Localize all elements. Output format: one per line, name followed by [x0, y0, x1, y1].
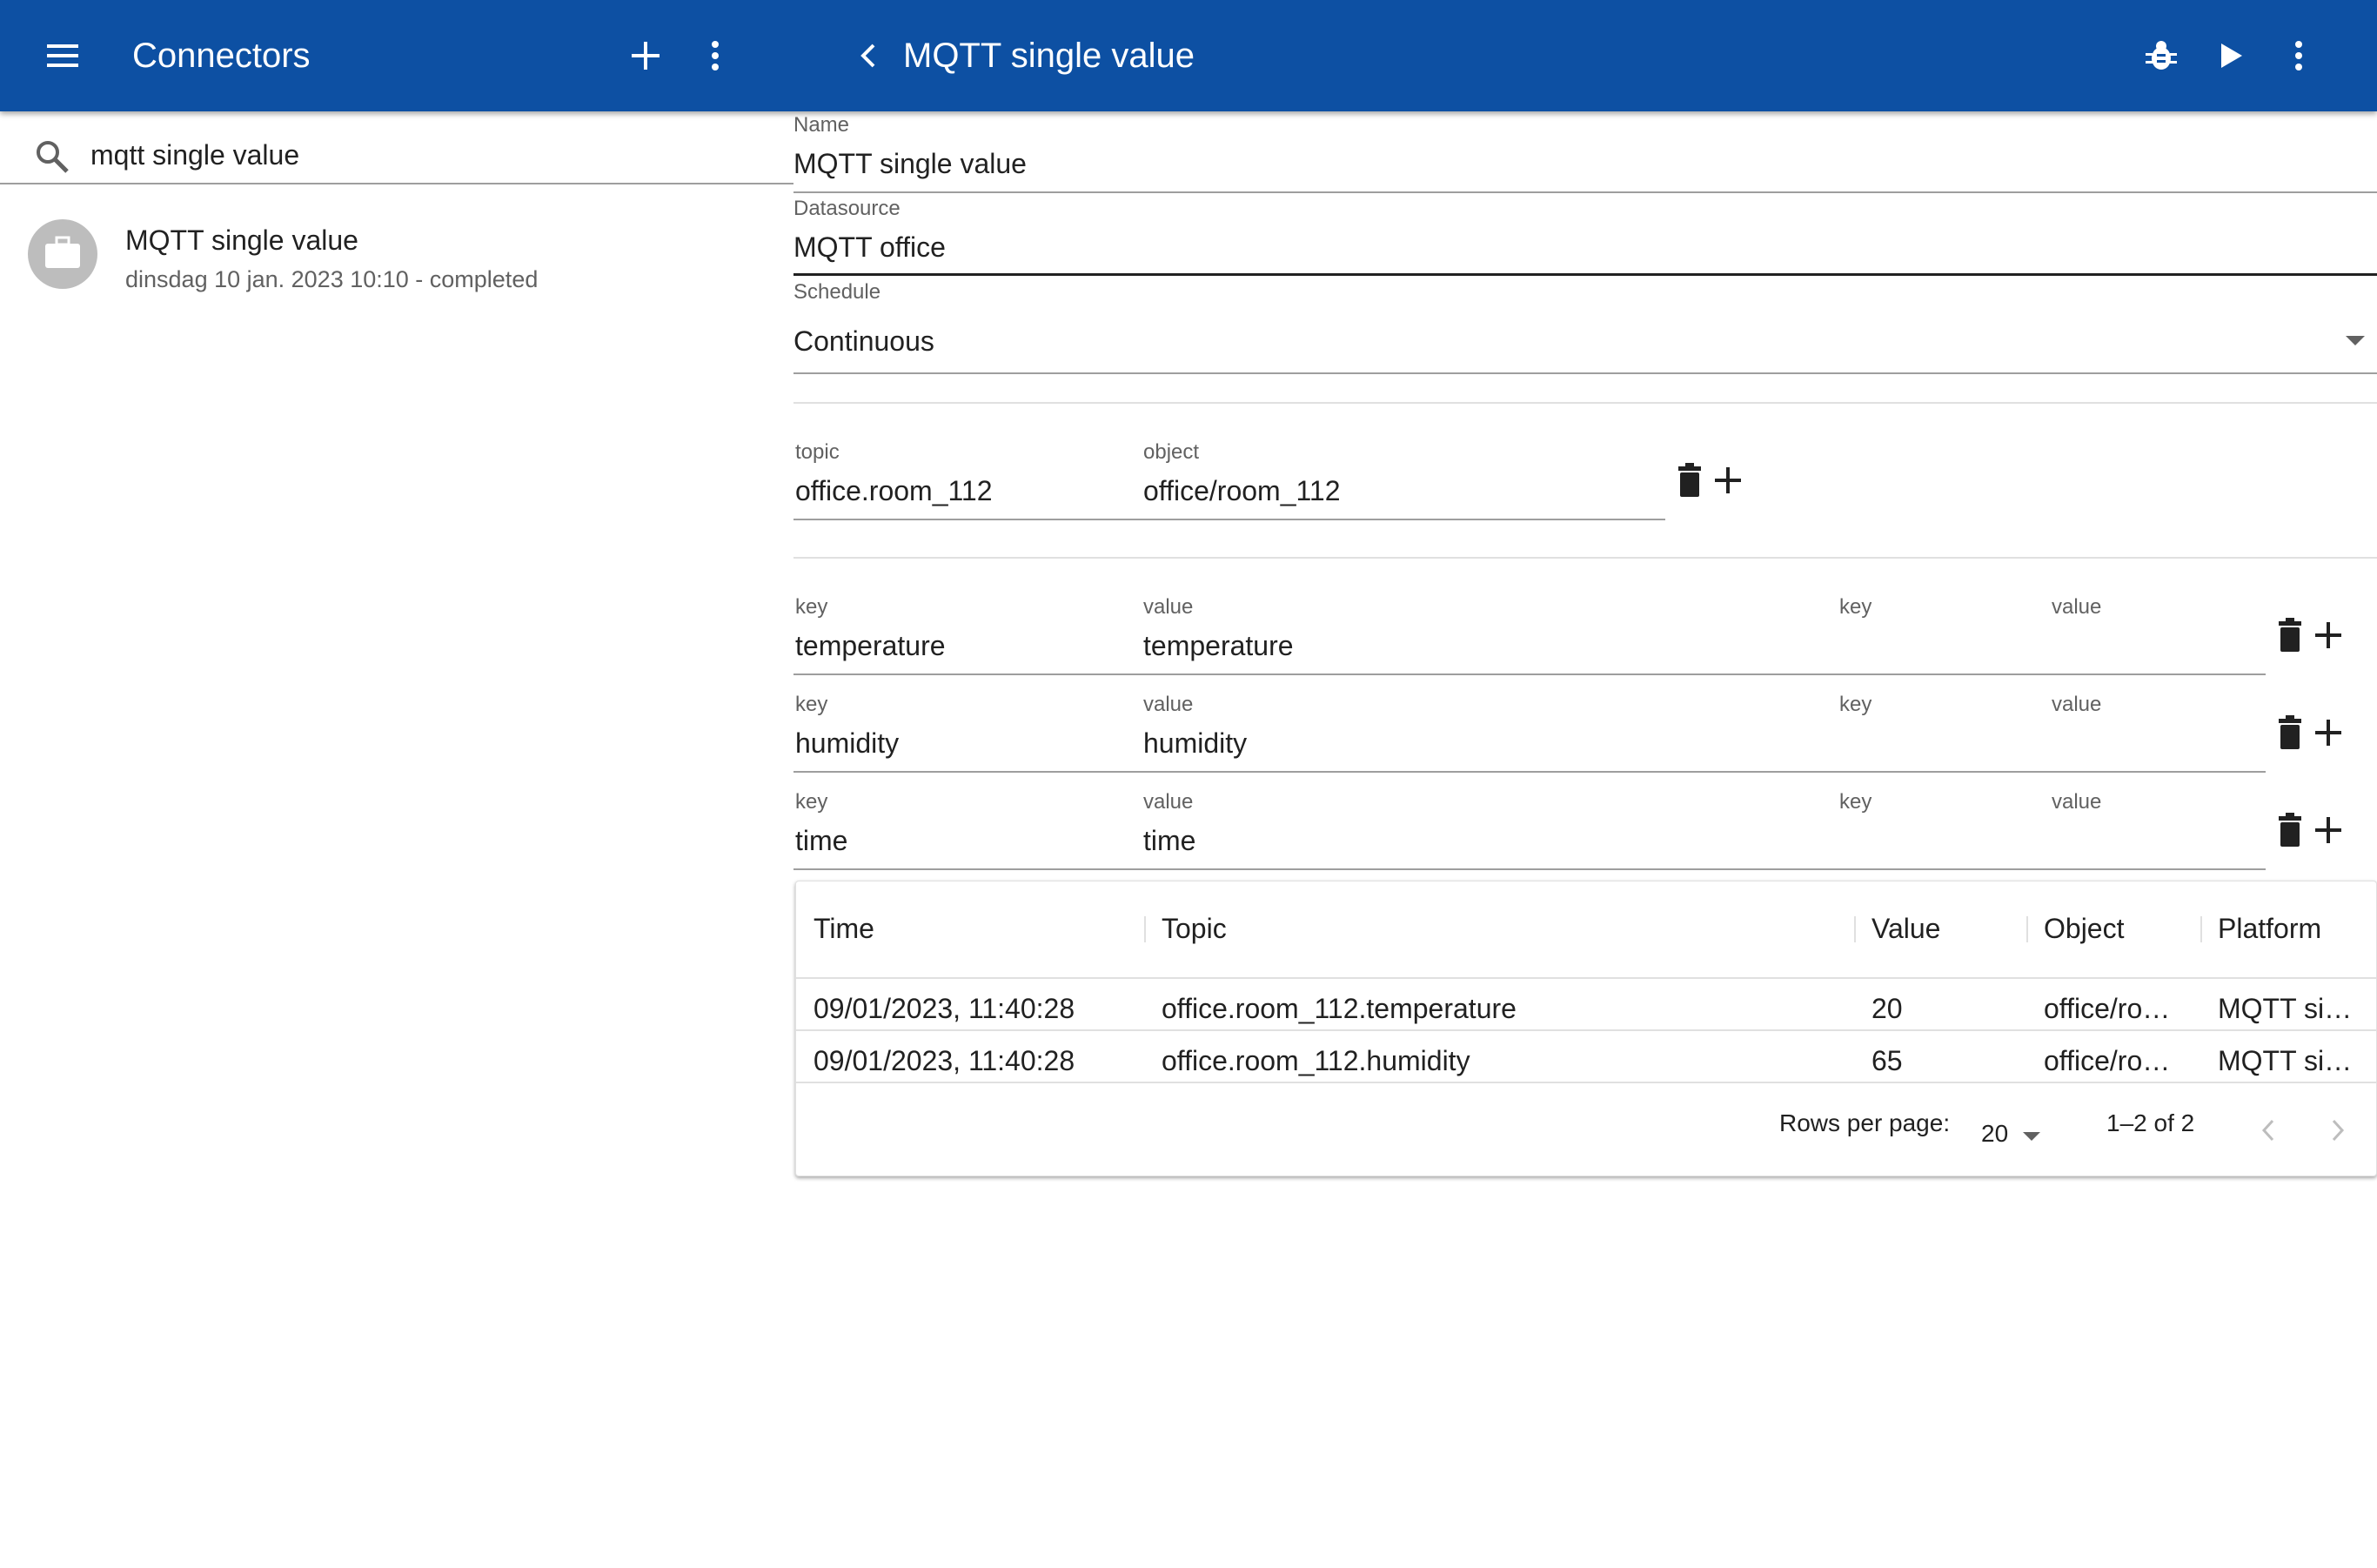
search-bar: [0, 111, 793, 184]
value2-label: value: [2052, 693, 2102, 716]
divider: [793, 557, 2377, 559]
name-underline: [793, 191, 2377, 193]
delete-icon[interactable]: [1671, 459, 1709, 501]
cell-object: office/ro…: [2044, 993, 2171, 1024]
value-input[interactable]: temperature: [1143, 630, 1294, 662]
next-page-icon[interactable]: [2319, 1109, 2357, 1151]
add-icon[interactable]: [2309, 614, 2347, 656]
cell-time: 09/01/2023, 11:40:28: [814, 993, 1075, 1024]
value-label: value: [1143, 790, 1194, 814]
schedule-underline: [793, 372, 2377, 374]
more-vert-icon[interactable]: [2273, 30, 2325, 82]
cell-value: 65: [1871, 1045, 1903, 1076]
bug-icon[interactable]: [2135, 30, 2187, 82]
add-icon[interactable]: [1709, 459, 1747, 501]
briefcase-icon: [44, 236, 81, 273]
delete-icon[interactable]: [2271, 712, 2309, 754]
key-input[interactable]: time: [795, 825, 847, 857]
row-divider: [796, 1029, 2376, 1031]
data-table: Time Topic Value Object Platform 09/01/2…: [795, 881, 2377, 1176]
value-input[interactable]: humidity: [1143, 727, 1247, 760]
add-icon[interactable]: [2309, 712, 2347, 754]
key2-label: key: [1839, 595, 1872, 619]
divider: [793, 402, 2377, 404]
connector-detail-title: MQTT single value: [903, 37, 1195, 75]
key-label: key: [795, 693, 828, 716]
value2-label: value: [2052, 595, 2102, 619]
schedule-select[interactable]: Schedule Continuous: [793, 278, 2377, 376]
rows-per-page-label: Rows per page:: [1779, 1109, 1951, 1136]
add-icon[interactable]: [2309, 809, 2347, 851]
column-header-value[interactable]: Value: [1871, 913, 1940, 945]
avatar: [28, 219, 97, 289]
value2-label: value: [2052, 790, 2102, 814]
value-input[interactable]: time: [1143, 825, 1195, 857]
value-label: value: [1143, 595, 1194, 619]
column-header-time[interactable]: Time: [814, 913, 874, 945]
menu-icon[interactable]: [37, 30, 89, 82]
connector-detail-pane: Name MQTT single value Datasource MQTT o…: [793, 111, 2377, 1568]
chevron-down-icon[interactable]: [2346, 336, 2365, 345]
key-input[interactable]: temperature: [795, 630, 946, 662]
object-input[interactable]: office/room_112: [1143, 475, 1341, 507]
connector-subtitle: dinsdag 10 jan. 2023 10:10 - completed: [125, 266, 539, 292]
name-value[interactable]: MQTT single value: [793, 148, 1027, 180]
key2-label: key: [1839, 693, 1872, 716]
schedule-value[interactable]: Continuous: [793, 325, 934, 358]
more-vert-icon[interactable]: [689, 30, 741, 82]
datasource-underline: [793, 273, 2377, 276]
cell-platform: MQTT si…: [2218, 1045, 2353, 1076]
back-chevron-icon[interactable]: [842, 30, 894, 82]
topic-label: topic: [795, 440, 840, 464]
delete-icon[interactable]: [2271, 809, 2309, 851]
key-label: key: [795, 790, 828, 814]
cell-platform: MQTT si…: [2218, 993, 2353, 1024]
topic-input[interactable]: office.room_112: [795, 475, 993, 507]
row-divider: [796, 1082, 2376, 1083]
connectors-list-pane: MQTT single value dinsdag 10 jan. 2023 1…: [0, 111, 793, 1568]
column-separator[interactable]: [1144, 916, 1146, 942]
datasource-label: Datasource: [793, 197, 901, 220]
cell-topic: office.room_112.humidity: [1162, 1045, 1470, 1076]
object-label: object: [1143, 440, 1200, 464]
column-separator[interactable]: [1854, 916, 1856, 942]
cell-topic: office.room_112.temperature: [1162, 993, 1517, 1024]
kv-row-underline: [793, 673, 2266, 675]
name-field[interactable]: Name MQTT single value: [793, 111, 2377, 195]
name-label: Name: [793, 113, 850, 137]
play-icon[interactable]: [2205, 30, 2257, 82]
column-header-object[interactable]: Object: [2044, 913, 2124, 945]
header-divider: [796, 977, 2376, 979]
kv-row-underline: [793, 868, 2266, 870]
datasource-value[interactable]: MQTT office: [793, 231, 946, 264]
search-input[interactable]: [90, 131, 769, 179]
prev-page-icon[interactable]: [2249, 1109, 2287, 1151]
column-header-platform[interactable]: Platform: [2218, 913, 2321, 945]
connector-title: MQTT single value: [125, 224, 358, 256]
search-icon: [35, 139, 73, 178]
add-icon[interactable]: [619, 30, 672, 82]
value-label: value: [1143, 693, 1194, 716]
connectors-title: Connectors: [132, 37, 311, 75]
key2-label: key: [1839, 790, 1872, 814]
kv-row-underline: [793, 771, 2266, 773]
cell-value: 20: [1871, 993, 1903, 1024]
cell-object: office/ro…: [2044, 1045, 2171, 1076]
topic-row-underline: [793, 519, 1665, 520]
column-separator[interactable]: [2200, 916, 2202, 942]
column-header-topic[interactable]: Topic: [1162, 913, 1227, 945]
column-separator[interactable]: [2026, 916, 2028, 942]
key-label: key: [795, 595, 828, 619]
cell-time: 09/01/2023, 11:40:28: [814, 1045, 1075, 1076]
schedule-label: Schedule: [793, 280, 881, 304]
rows-per-page-select[interactable]: 20: [1981, 1109, 2051, 1153]
chevron-down-icon: [2023, 1132, 2040, 1141]
datasource-field[interactable]: Datasource MQTT office: [793, 195, 2377, 278]
delete-icon[interactable]: [2271, 614, 2309, 656]
rows-per-page-value: 20: [1981, 1120, 2009, 1147]
pagination-range: 1–2 of 2: [2106, 1109, 2195, 1136]
connector-list-item[interactable]: MQTT single value dinsdag 10 jan. 2023 1…: [0, 205, 793, 313]
app-bar: Connectors MQTT single value: [0, 0, 2377, 111]
key-input[interactable]: humidity: [795, 727, 899, 760]
